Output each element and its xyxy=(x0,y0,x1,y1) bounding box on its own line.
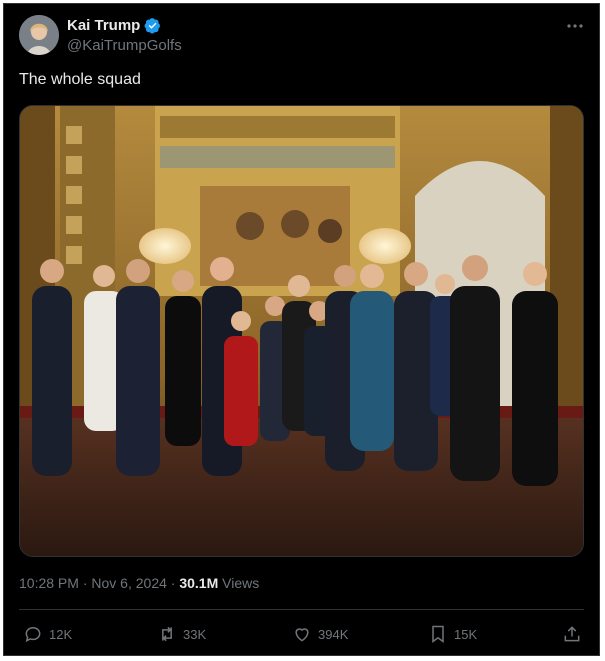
views-label: Views xyxy=(222,575,260,591)
divider xyxy=(19,609,584,610)
bookmark-count: 15K xyxy=(454,626,478,642)
reply-button[interactable]: 12K xyxy=(23,622,72,646)
bookmark-icon xyxy=(432,625,444,643)
tweet-photo[interactable] xyxy=(19,105,584,557)
like-icon xyxy=(295,628,309,642)
share-icon xyxy=(564,626,580,642)
repost-count: 33K xyxy=(183,626,207,642)
verified-badge-icon xyxy=(144,17,161,34)
author-name[interactable]: Kai Trump xyxy=(67,17,161,34)
like-button[interactable]: 394K xyxy=(292,622,348,646)
tweet-date[interactable]: Nov 6, 2024 xyxy=(91,575,167,591)
reply-count: 12K xyxy=(49,626,73,642)
repost-icon xyxy=(162,626,172,642)
tweet-card[interactable]: Kai Trump @KaiTrumpGolfs The whole squad xyxy=(3,3,600,656)
tweet-text: The whole squad xyxy=(19,71,141,88)
tweet-meta: 10:28 PM · Nov 6, 2024 · 30.1M Views xyxy=(19,575,259,591)
like-count: 394K xyxy=(318,626,349,642)
author-handle[interactable]: @KaiTrumpGolfs xyxy=(67,37,182,54)
views-count: 30.1M xyxy=(179,575,219,591)
meta-separator: · xyxy=(166,575,180,591)
action-bar: 12K 33K 394K 15K xyxy=(19,622,584,646)
tweet-time[interactable]: 10:28 PM xyxy=(19,575,79,591)
more-icon[interactable] xyxy=(565,18,585,34)
bookmark-button[interactable]: 15K xyxy=(428,622,477,646)
reply-icon xyxy=(25,626,41,643)
repost-button[interactable]: 33K xyxy=(157,622,206,646)
avatar[interactable] xyxy=(19,15,59,55)
author-name-text[interactable]: Kai Trump xyxy=(67,17,140,34)
meta-separator: · xyxy=(78,575,92,591)
share-button[interactable] xyxy=(562,622,582,646)
